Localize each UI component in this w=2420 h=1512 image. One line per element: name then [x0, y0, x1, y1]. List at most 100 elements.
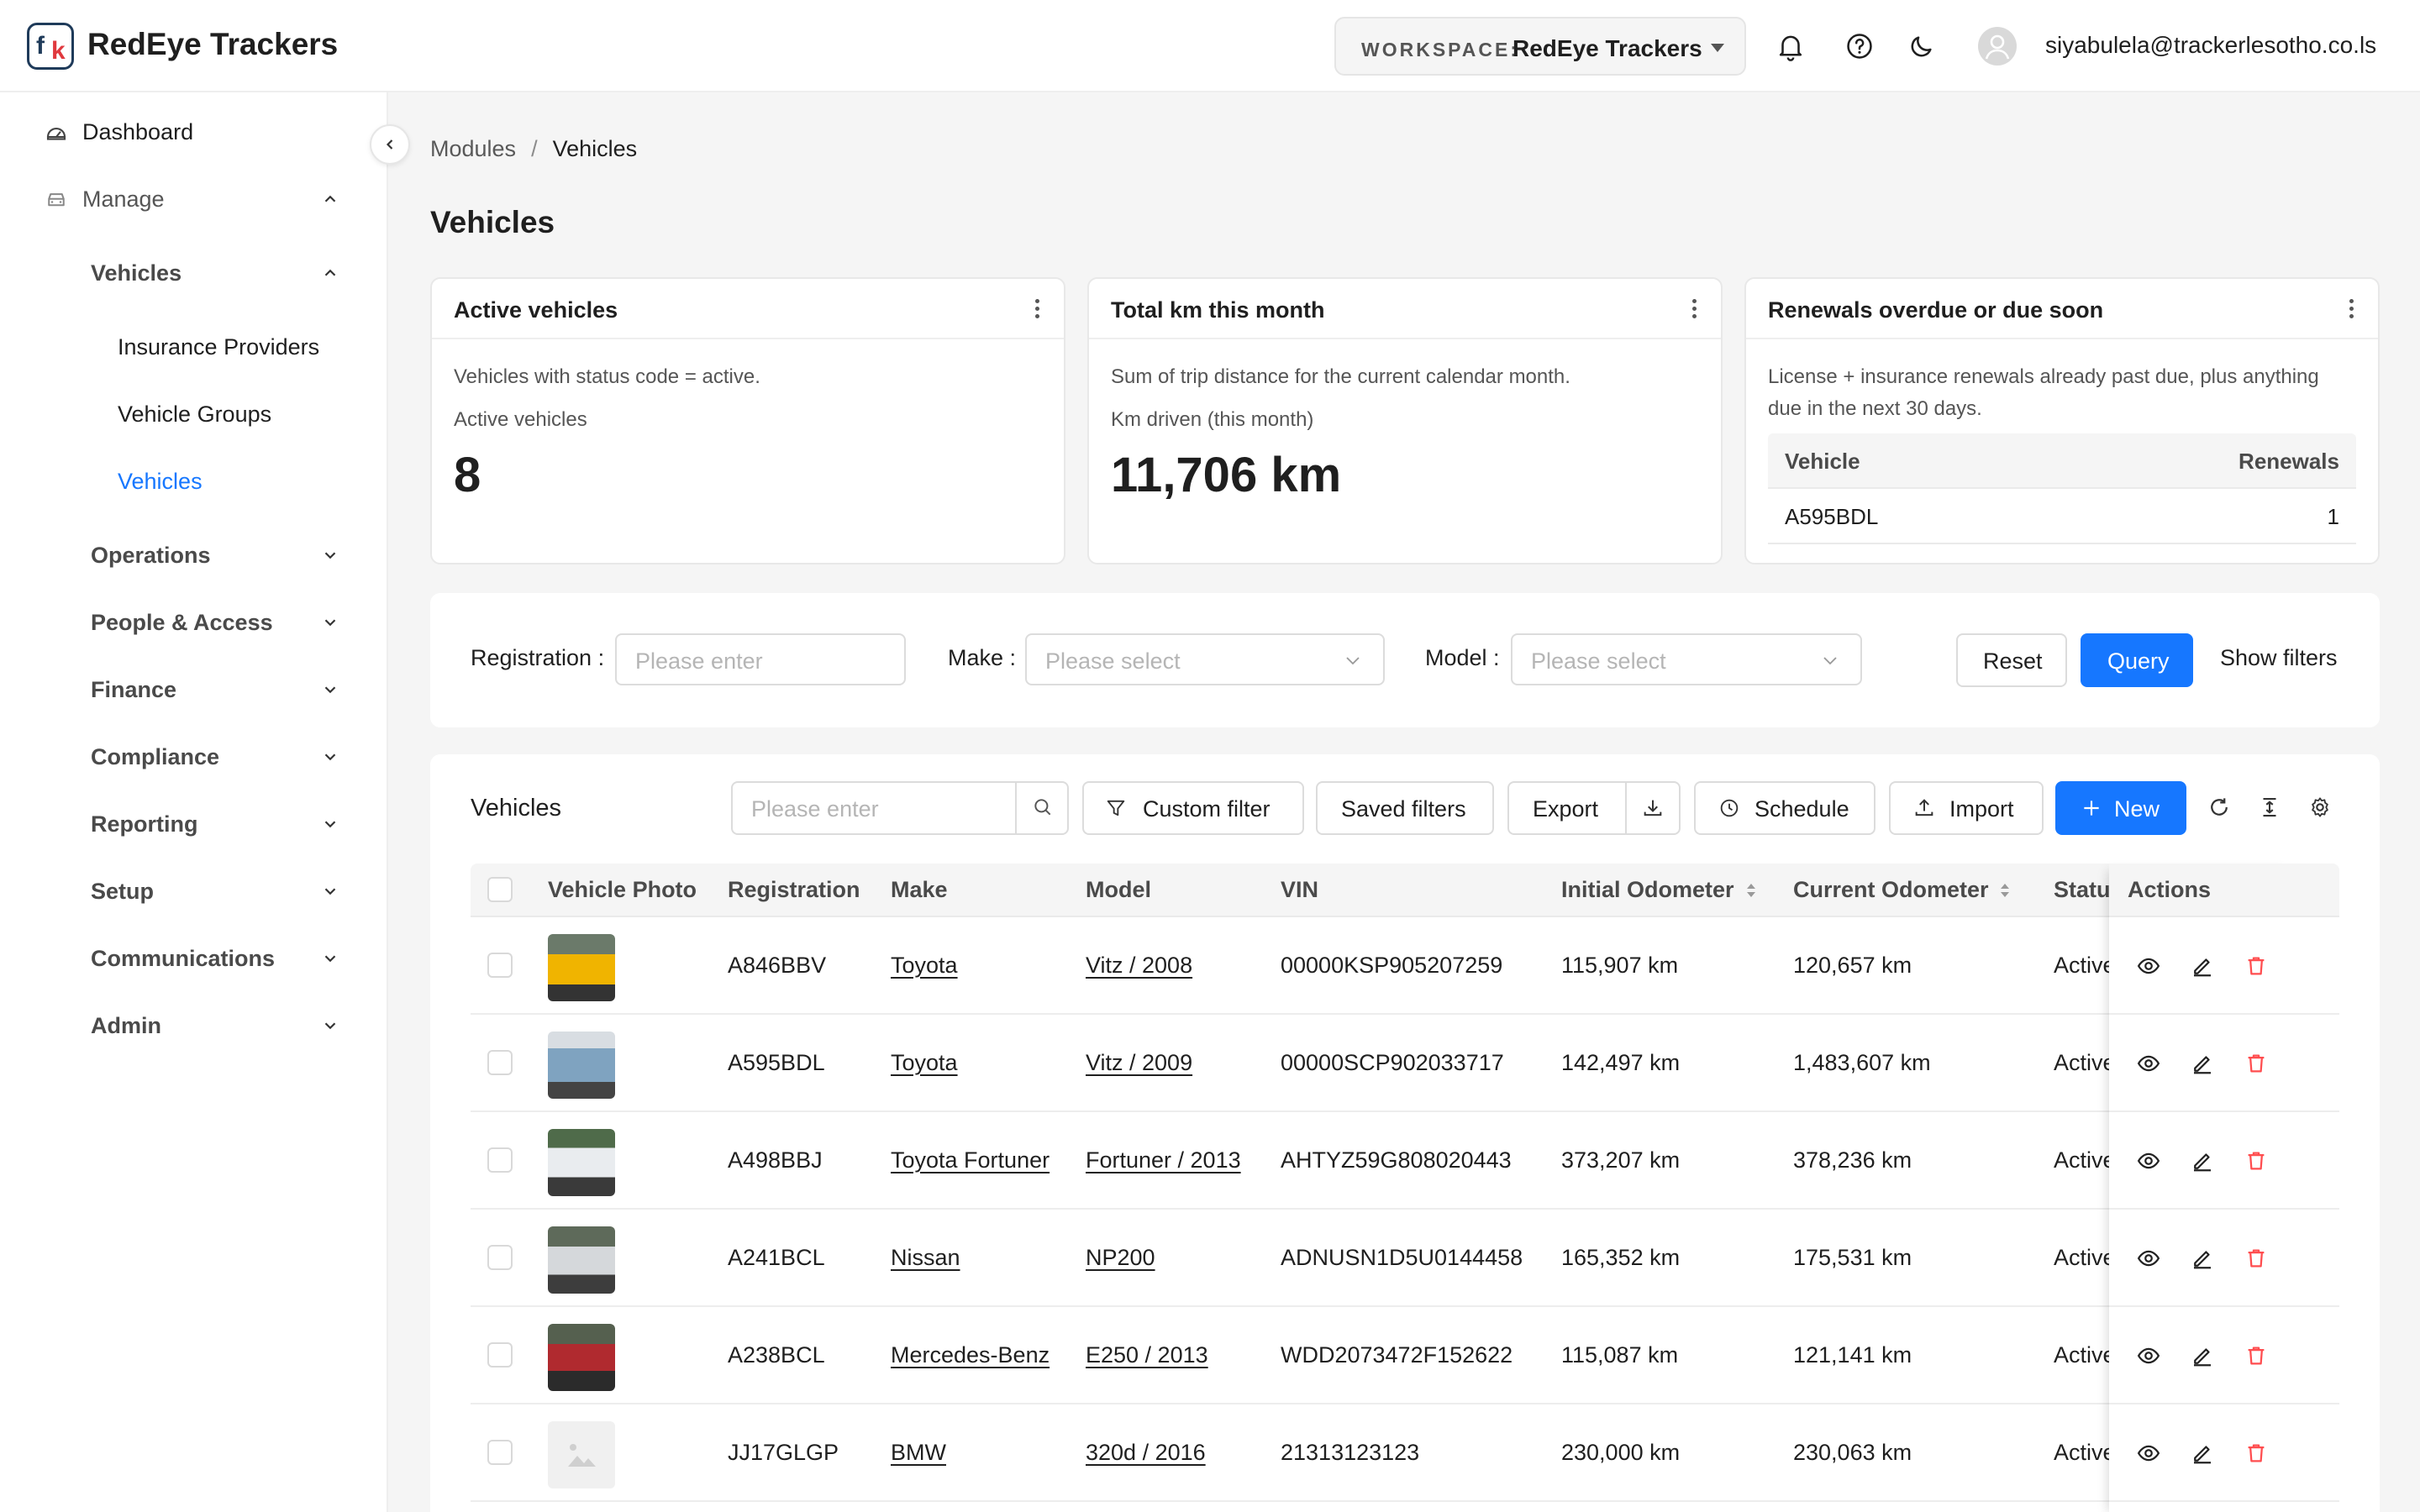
vehicle-photo[interactable] — [548, 1032, 615, 1099]
edit-icon[interactable] — [2190, 1148, 2215, 1173]
cell-make-link[interactable]: Nissan — [891, 1245, 960, 1271]
help-icon[interactable] — [1844, 30, 1876, 62]
vehicle-photo[interactable] — [548, 934, 615, 1001]
delete-icon[interactable] — [2244, 1051, 2269, 1076]
settings-icon[interactable] — [2307, 795, 2333, 820]
more-options-icon[interactable] — [1691, 299, 1697, 321]
view-icon[interactable] — [2136, 1441, 2161, 1466]
sidebar-item-manage[interactable]: Manage — [82, 186, 165, 213]
chevron-down-icon[interactable] — [321, 748, 339, 766]
view-icon[interactable] — [2136, 1148, 2161, 1173]
app-title[interactable]: RedEye Trackers — [87, 27, 338, 62]
table-row[interactable]: A498BBJ Toyota Fortuner Fortuner / 2013 … — [471, 1112, 2339, 1210]
table-row[interactable]: A846BBV Toyota Vitz / 2008 00000KSP90520… — [471, 917, 2339, 1015]
chevron-down-icon[interactable] — [321, 882, 339, 900]
row-checkbox[interactable] — [487, 1050, 513, 1075]
cell-model-link[interactable]: Vitz / 2008 — [1086, 953, 1192, 979]
sidebar-item-communications[interactable]: Communications — [91, 946, 275, 972]
query-button[interactable]: Query — [2081, 633, 2193, 687]
view-icon[interactable] — [2136, 953, 2161, 979]
chevron-down-icon[interactable] — [321, 1016, 339, 1035]
chevron-up-icon[interactable] — [321, 190, 339, 208]
edit-icon[interactable] — [2190, 1051, 2215, 1076]
cell-make-link[interactable]: Toyota — [891, 1050, 958, 1076]
model-select[interactable]: Please select — [1511, 633, 1862, 685]
sort-icon[interactable] — [1744, 880, 1758, 900]
sidebar-item-reporting[interactable]: Reporting — [91, 811, 198, 837]
export-button[interactable]: Export — [1509, 783, 1625, 833]
cell-model-link[interactable]: Vitz / 2009 — [1086, 1050, 1192, 1076]
show-filters-button[interactable]: Show filters — [2220, 645, 2338, 671]
column-header-current-odometer[interactable]: Current Odometer — [1793, 877, 1989, 903]
select-all-checkbox[interactable] — [487, 877, 513, 902]
user-email[interactable]: siyabulela@trackerlesotho.co.ls — [2045, 32, 2376, 59]
chevron-down-icon[interactable] — [321, 613, 339, 632]
column-header-registration[interactable]: Registration — [728, 877, 860, 903]
row-checkbox[interactable] — [487, 953, 513, 978]
sidebar-item-setup[interactable]: Setup — [91, 879, 154, 905]
table-row[interactable]: A241BCL Nissan NP200 ADNUSN1D5U0144458 1… — [471, 1210, 2339, 1307]
saved-filters-button[interactable]: Saved filters — [1316, 781, 1494, 835]
sidebar-item-vehicles[interactable]: Vehicles — [118, 469, 203, 495]
download-button[interactable] — [1625, 783, 1679, 833]
cell-model-link[interactable]: NP200 — [1086, 1245, 1155, 1271]
table-row[interactable]: A595BDL Toyota Vitz / 2009 00000SCP90203… — [471, 1015, 2339, 1112]
table-row[interactable]: A238BCL Mercedes-Benz E250 / 2013 WDD207… — [471, 1307, 2339, 1404]
app-logo[interactable]: fk — [27, 23, 74, 70]
sidebar-collapse-button[interactable] — [370, 124, 410, 165]
search-button[interactable] — [1015, 783, 1067, 833]
sidebar-item-vehicles-group[interactable]: Vehicles — [91, 260, 182, 286]
cell-make-link[interactable]: Toyota Fortuner — [891, 1147, 1050, 1173]
sidebar-item-compliance[interactable]: Compliance — [91, 744, 219, 770]
schedule-button[interactable]: Schedule — [1694, 781, 1876, 835]
sidebar-item-vehicle-groups[interactable]: Vehicle Groups — [118, 402, 271, 428]
custom-filter-button[interactable]: Custom filter — [1082, 781, 1304, 835]
sidebar-item-insurance-providers[interactable]: Insurance Providers — [118, 334, 319, 360]
vehicle-photo[interactable] — [548, 1129, 615, 1196]
breadcrumb-modules[interactable]: Modules — [430, 136, 516, 161]
sidebar-item-people-access[interactable]: People & Access — [91, 610, 273, 636]
chevron-down-icon[interactable] — [321, 949, 339, 968]
sidebar-item-finance[interactable]: Finance — [91, 677, 176, 703]
edit-icon[interactable] — [2190, 1246, 2215, 1271]
sidebar-item-dashboard[interactable]: Dashboard — [82, 119, 193, 145]
table-search-input[interactable]: Please enter — [731, 781, 1069, 835]
new-button[interactable]: New — [2055, 781, 2186, 835]
user-avatar-icon[interactable] — [1978, 27, 2017, 66]
column-header-model[interactable]: Model — [1086, 877, 1151, 903]
refresh-icon[interactable] — [2207, 795, 2232, 820]
edit-icon[interactable] — [2190, 1441, 2215, 1466]
bell-icon[interactable] — [1775, 30, 1807, 62]
cell-make-link[interactable]: Mercedes-Benz — [891, 1342, 1050, 1368]
vehicle-photo[interactable] — [548, 1226, 615, 1294]
view-icon[interactable] — [2136, 1051, 2161, 1076]
image-placeholder-icon[interactable] — [548, 1421, 615, 1488]
delete-icon[interactable] — [2244, 1148, 2269, 1173]
make-select[interactable]: Please select — [1025, 633, 1385, 685]
edit-icon[interactable] — [2190, 1343, 2215, 1368]
column-header-initial-odometer[interactable]: Initial Odometer — [1561, 877, 1734, 903]
sidebar-item-admin[interactable]: Admin — [91, 1013, 161, 1039]
sort-icon[interactable] — [1998, 880, 2012, 900]
table-row[interactable]: JJ17GLGP BMW 320d / 2016 21313123123 230… — [471, 1404, 2339, 1502]
view-icon[interactable] — [2136, 1343, 2161, 1368]
moon-icon[interactable] — [1906, 30, 1938, 62]
row-checkbox[interactable] — [487, 1342, 513, 1368]
delete-icon[interactable] — [2244, 953, 2269, 979]
table-row[interactable]: A595BDL 1 — [1768, 489, 2356, 544]
view-icon[interactable] — [2136, 1246, 2161, 1271]
chevron-down-icon[interactable] — [321, 815, 339, 833]
registration-input[interactable]: Please enter — [615, 633, 906, 685]
reset-button[interactable]: Reset — [1956, 633, 2067, 687]
cell-model-link[interactable]: E250 / 2013 — [1086, 1342, 1208, 1368]
more-options-icon[interactable] — [1034, 299, 1040, 321]
workspace-selector[interactable]: WORKSPACE: RedEye Trackers — [1334, 17, 1746, 76]
cell-make-link[interactable]: Toyota — [891, 953, 958, 979]
chevron-down-icon[interactable] — [321, 680, 339, 699]
column-height-icon[interactable] — [2257, 795, 2282, 820]
chevron-up-icon[interactable] — [321, 264, 339, 282]
column-header-make[interactable]: Make — [891, 877, 948, 903]
vehicle-photo[interactable] — [548, 1324, 615, 1391]
column-header-vin[interactable]: VIN — [1281, 877, 1318, 903]
row-checkbox[interactable] — [487, 1440, 513, 1465]
